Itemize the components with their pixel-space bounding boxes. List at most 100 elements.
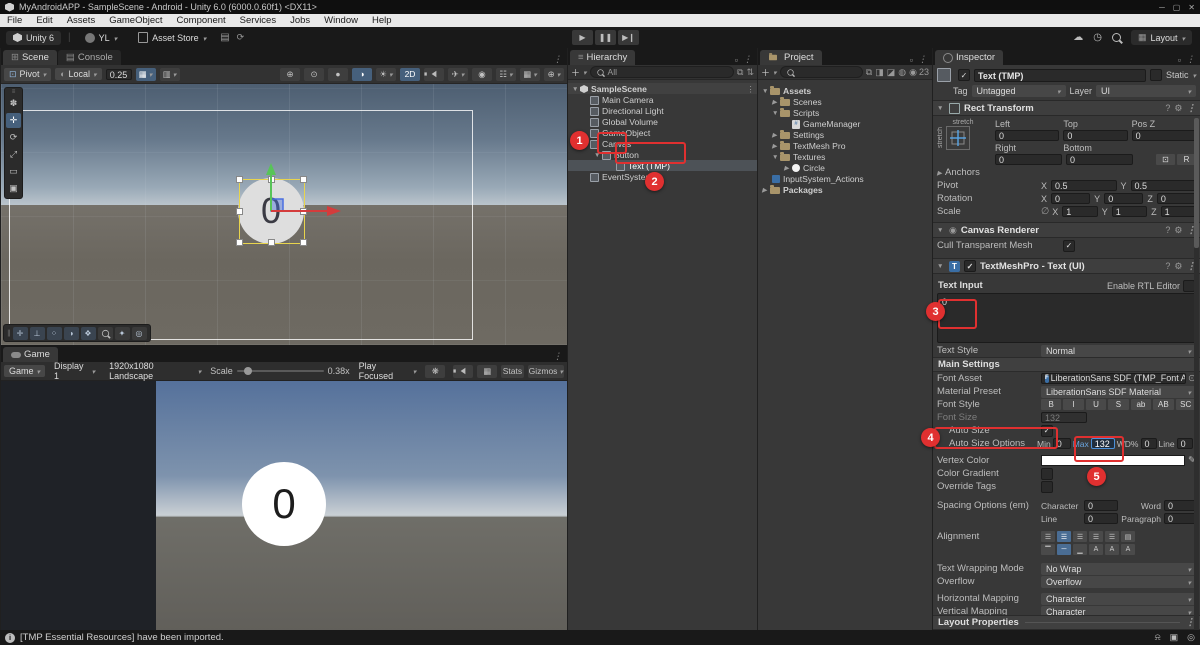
display-dropdown[interactable]: Display 1 xyxy=(49,360,100,382)
create-dropdown[interactable] xyxy=(571,66,580,79)
bold-button[interactable]: B xyxy=(1041,399,1061,410)
scale-tool[interactable]: ⤢ xyxy=(6,147,21,162)
view-hand-tool[interactable]: ✽ xyxy=(6,96,21,111)
handle-orientation-dropdown[interactable]: ◐Local xyxy=(55,68,101,80)
tab-scene[interactable]: ⊞Scene xyxy=(3,50,57,65)
presets-icon[interactable]: ⚙ xyxy=(1174,103,1182,114)
screenshot-icon[interactable]: ❋ xyxy=(425,365,445,378)
color-gradient-checkbox[interactable] xyxy=(1041,468,1053,480)
lighting-toggle-icon[interactable]: ☀ xyxy=(376,68,396,81)
grid-snap-toggle[interactable]: ▦ xyxy=(136,68,156,81)
align-left-button[interactable]: ☰ xyxy=(1041,531,1055,542)
text-style-dropdown[interactable]: Normal xyxy=(1041,345,1196,357)
panel-menu-icon[interactable] xyxy=(553,54,562,65)
close-button[interactable]: ✕ xyxy=(1188,3,1195,12)
hierarchy-item-directional-light[interactable]: Directional Light xyxy=(568,105,757,116)
project-item-circle[interactable]: Circle xyxy=(758,162,932,173)
main-settings-band[interactable]: Main Settings xyxy=(933,357,1200,372)
grid-axis-icon[interactable]: ▦ xyxy=(520,68,540,81)
rect-posz-field[interactable]: 0 xyxy=(1132,130,1196,141)
link-scale-icon[interactable]: ∅ xyxy=(1041,206,1049,217)
lowercase-button[interactable]: ab xyxy=(1131,399,1151,410)
strikethrough-button[interactable]: S xyxy=(1108,399,1128,410)
picker-icon[interactable]: ⧉ xyxy=(737,67,743,78)
window-dock-icon[interactable]: ▤ xyxy=(220,32,229,43)
hidden-count[interactable]: ◉23 xyxy=(909,67,929,78)
move-gizmo[interactable] xyxy=(241,161,351,241)
search-overlay-icon[interactable] xyxy=(98,327,113,340)
label-filter-icon[interactable]: ◪ xyxy=(887,67,896,78)
tmp-enabled-checkbox[interactable] xyxy=(964,260,976,272)
hierarchy-item-global-volume[interactable]: Global Volume xyxy=(568,116,757,127)
menu-component[interactable]: Component xyxy=(170,15,233,26)
align-top-button[interactable]: ▔ xyxy=(1041,544,1055,555)
undo-history-icon[interactable]: ◷ xyxy=(1093,32,1102,43)
panel-menu-icon[interactable] xyxy=(743,54,752,65)
pivot-overlay-icon[interactable]: ⊥ xyxy=(30,327,45,340)
grid-size-field[interactable]: 0.25 xyxy=(106,69,132,80)
gameobject-name-field[interactable]: Text (TMP) xyxy=(974,69,1146,82)
canvas-renderer-header[interactable]: ◉ Canvas Renderer ?⚙ xyxy=(933,222,1200,238)
skybox-toggle-icon[interactable]: ◑ xyxy=(352,68,372,81)
search-icon[interactable] xyxy=(1112,33,1121,42)
shaded-icon[interactable]: ● xyxy=(328,68,348,81)
lock-icon[interactable]: ▫ xyxy=(1178,55,1181,65)
project-item-textmeshpro[interactable]: TextMesh Pro xyxy=(758,140,932,151)
snap-increment-toggle[interactable]: ▥ xyxy=(160,68,180,81)
vsync-grid-icon[interactable]: ▦ xyxy=(477,365,497,378)
anchors-row[interactable]: Anchors xyxy=(933,166,1200,179)
lock-icon[interactable]: ▫ xyxy=(735,55,738,65)
line-spacing-field[interactable]: 0 xyxy=(1084,513,1118,524)
rect-left-field[interactable]: 0 xyxy=(995,130,1059,141)
transform-tool[interactable]: ▣ xyxy=(6,181,21,196)
static-checkbox[interactable] xyxy=(1150,69,1162,81)
menu-assets[interactable]: Assets xyxy=(60,15,103,26)
menu-window[interactable]: Window xyxy=(317,15,365,26)
game-view-dropdown[interactable]: Game xyxy=(4,365,45,377)
sync-icon[interactable]: ⟳ xyxy=(237,32,245,43)
camera-settings-icon[interactable]: ✈ xyxy=(448,68,468,81)
align-middle-button[interactable]: ─ xyxy=(1057,544,1071,555)
scale-slider[interactable] xyxy=(237,370,324,372)
gizmos-dropdown[interactable]: Gizmos xyxy=(528,365,564,378)
uppercase-button[interactable]: AB xyxy=(1153,399,1173,410)
align-midline-button[interactable]: A xyxy=(1105,544,1119,555)
cull-transparent-checkbox[interactable] xyxy=(1063,240,1075,252)
progress-check-icon[interactable]: ◎ xyxy=(1187,632,1195,643)
snap-settings-icon[interactable]: ❖ xyxy=(81,327,96,340)
rect-right-field[interactable]: 0 xyxy=(995,154,1062,165)
account-dropdown[interactable]: YL xyxy=(78,31,125,45)
create-dropdown[interactable] xyxy=(761,66,770,79)
step-button[interactable]: ▶❙ xyxy=(618,30,639,45)
panel-menu-icon[interactable] xyxy=(1186,54,1195,65)
hierarchy-item-main-camera[interactable]: Main Camera xyxy=(568,94,757,105)
pivot-x-field[interactable]: 0.5 xyxy=(1051,180,1116,191)
warning-icon[interactable]: ◍ xyxy=(898,67,906,78)
play-focused-dropdown[interactable]: Play Focused xyxy=(354,360,422,382)
align-bottom-button[interactable]: ▁ xyxy=(1073,544,1087,555)
project-item-inputsystem-actions[interactable]: InputSystem_Actions xyxy=(758,173,932,184)
shader-overlay-icon[interactable]: ✦ xyxy=(115,327,130,340)
inspector-scrollbar[interactable] xyxy=(1194,118,1199,630)
project-search-input[interactable] xyxy=(780,66,863,78)
gizmos-dropdown-icon[interactable]: ⊕ xyxy=(544,68,564,81)
menu-jobs[interactable]: Jobs xyxy=(283,15,317,26)
line-field[interactable]: 0 xyxy=(1177,438,1193,449)
cloud-icon[interactable]: ☁ xyxy=(1073,32,1083,43)
align-center-button[interactable]: ☰ xyxy=(1057,531,1071,542)
panel-menu-icon[interactable] xyxy=(918,54,927,65)
play-button[interactable]: ▶ xyxy=(572,30,593,45)
tmp-component-header[interactable]: T TextMeshPro - Text (UI) ?⚙ xyxy=(933,258,1200,274)
scale-y-field[interactable]: 1 xyxy=(1112,206,1147,217)
shaded-wireframe-icon[interactable]: ⊙ xyxy=(304,68,324,81)
static-dropdown-icon[interactable] xyxy=(1192,70,1196,81)
tab-hierarchy[interactable]: ≡Hierarchy xyxy=(570,50,635,65)
rotation-y-field[interactable]: 0 xyxy=(1104,193,1143,204)
moon-icon[interactable]: ◑ xyxy=(64,327,79,340)
panel-menu-icon[interactable] xyxy=(553,351,562,362)
presets-icon[interactable]: ⚙ xyxy=(1174,261,1182,272)
render-mode-icon[interactable]: ⊕ xyxy=(280,68,300,81)
project-item-settings[interactable]: Settings xyxy=(758,129,932,140)
layout-properties-bar[interactable]: Layout Properties xyxy=(933,615,1200,630)
project-item-scenes[interactable]: Scenes xyxy=(758,96,932,107)
